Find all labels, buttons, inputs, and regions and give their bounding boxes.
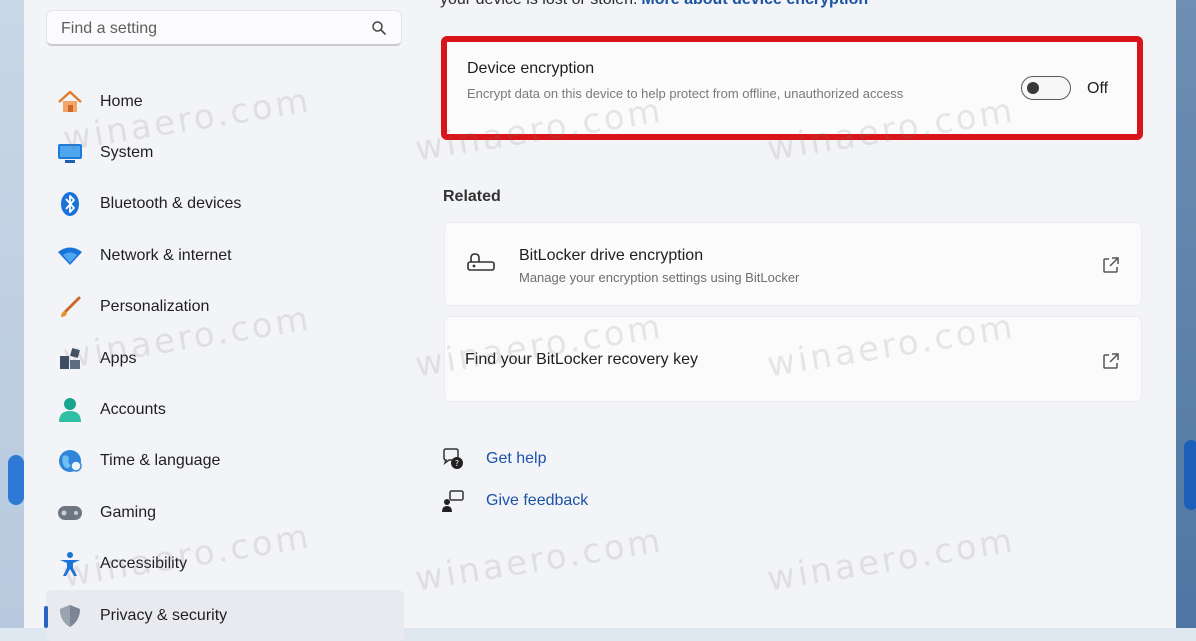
search-input[interactable]	[59, 17, 363, 41]
sidebar-item-label: Accounts	[100, 401, 166, 419]
sidebar-item-gaming[interactable]: Gaming	[46, 487, 404, 538]
sidebar-item-apps[interactable]: Apps	[46, 333, 404, 384]
globe-icon	[56, 447, 84, 475]
give-feedback-label[interactable]: Give feedback	[486, 492, 588, 510]
sidebar-item-label: Gaming	[100, 503, 157, 521]
sidebar-item-label: Privacy & security	[100, 606, 228, 624]
bitlocker-card[interactable]: BitLocker drive encryption Manage your e…	[444, 222, 1142, 306]
device-encryption-state: Off	[1087, 80, 1109, 97]
system-icon	[56, 139, 84, 167]
sidebar-item-label: Personalization	[100, 298, 210, 316]
sidebar-item-label: System	[100, 144, 154, 162]
toggle-knob	[1027, 82, 1039, 94]
svg-text:?: ?	[455, 459, 459, 468]
apps-icon	[56, 345, 84, 373]
desktop-widget	[8, 455, 24, 505]
sidebar-item-accessibility[interactable]: Accessibility	[46, 539, 404, 590]
get-help-link[interactable]: ? Get help	[440, 445, 546, 473]
sidebar-item-privacy-security[interactable]: Privacy & security	[44, 589, 404, 641]
home-icon	[56, 88, 84, 116]
sidebar-item-label: Time & language	[100, 452, 221, 470]
accounts-icon	[56, 396, 84, 424]
sidebar-item-label: Bluetooth & devices	[100, 195, 242, 213]
sidebar-item-system[interactable]: System	[46, 127, 404, 178]
sidebar-item-time-language[interactable]: Time & language	[46, 436, 404, 487]
encryption-intro-text: your device is lost or stolen. More about…	[440, 0, 868, 9]
external-link-icon	[1103, 257, 1119, 273]
wifi-icon	[56, 242, 84, 270]
bitlocker-title: BitLocker drive encryption	[519, 247, 704, 264]
give-feedback-link[interactable]: Give feedback	[440, 487, 588, 515]
sidebar-nav: Home System Bluetooth & devices Network …	[44, 76, 404, 641]
sidebar-item-bluetooth[interactable]: Bluetooth & devices	[46, 179, 404, 230]
gamepad-icon	[56, 499, 84, 527]
shield-icon	[56, 602, 84, 630]
brush-icon	[56, 293, 84, 321]
desktop-edge-left	[0, 0, 24, 628]
bitlocker-key-icon	[467, 253, 495, 271]
search-box[interactable]	[46, 10, 402, 46]
more-about-encryption-link[interactable]: More about device encryption	[641, 0, 868, 8]
intro-text: your device is lost or stolen.	[440, 0, 637, 8]
settings-window: Home System Bluetooth & devices Network …	[24, 0, 1176, 641]
sidebar-item-network[interactable]: Network & internet	[46, 230, 404, 281]
sidebar-item-home[interactable]: Home	[46, 76, 404, 127]
sidebar-item-accounts[interactable]: Accounts	[46, 384, 404, 435]
recovery-key-card[interactable]: Find your BitLocker recovery key	[444, 316, 1142, 402]
desktop-widget	[1184, 440, 1196, 510]
desktop-edge-right	[1176, 0, 1196, 628]
search-icon[interactable]	[371, 20, 387, 36]
device-encryption-toggle[interactable]	[1021, 76, 1071, 100]
related-heading: Related	[443, 188, 501, 205]
get-help-label[interactable]: Get help	[486, 450, 546, 468]
accessibility-icon	[56, 550, 84, 578]
bitlocker-subtitle: Manage your encryption settings using Bi…	[519, 270, 800, 285]
feedback-icon	[440, 488, 466, 514]
sidebar-item-label: Network & internet	[100, 246, 232, 264]
device-encryption-description: Encrypt data on this device to help prot…	[467, 86, 904, 101]
sidebar-item-label: Apps	[100, 349, 137, 367]
bluetooth-icon	[56, 190, 84, 218]
sidebar-item-label: Home	[100, 92, 143, 110]
watermark: winaero.com	[764, 520, 1019, 600]
device-encryption-card: Device encryption Encrypt data on this d…	[441, 36, 1143, 140]
device-encryption-title: Device encryption	[467, 60, 595, 77]
watermark: winaero.com	[412, 520, 667, 600]
recovery-key-title: Find your BitLocker recovery key	[465, 351, 698, 368]
external-link-icon	[1103, 353, 1119, 369]
sidebar-item-personalization[interactable]: Personalization	[46, 282, 404, 333]
help-icon: ?	[440, 446, 466, 472]
sidebar-item-label: Accessibility	[100, 555, 188, 573]
